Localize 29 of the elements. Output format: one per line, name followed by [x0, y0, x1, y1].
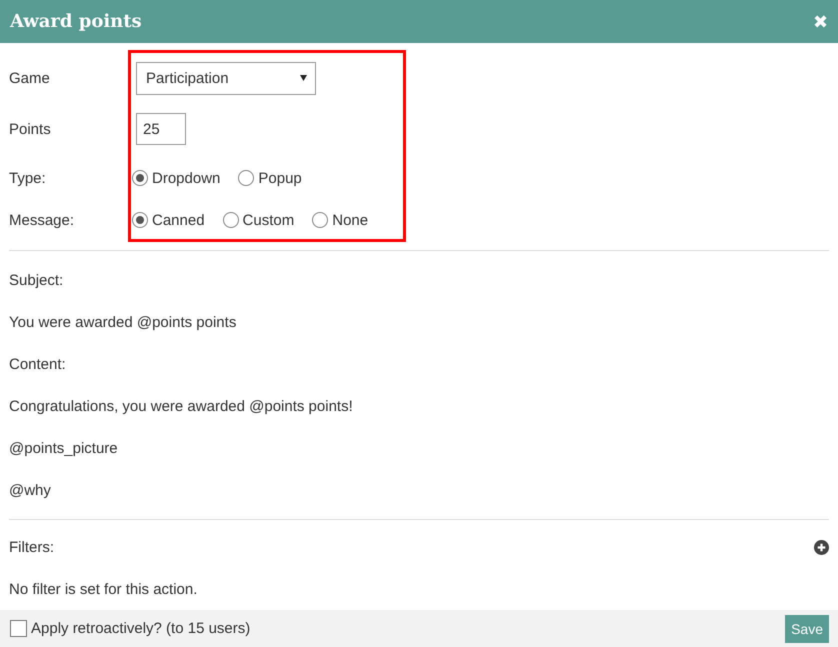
radio-label: Popup	[258, 170, 302, 186]
radio-button[interactable]	[222, 212, 239, 228]
message-text: Subject:	[9, 270, 64, 290]
message-text: @points_picture	[9, 438, 118, 458]
message-text: @why	[9, 480, 51, 500]
field-label: Game	[9, 68, 51, 88]
field-label: Points	[9, 120, 52, 140]
checkbox[interactable]	[10, 620, 27, 637]
radio-button[interactable]	[132, 170, 148, 186]
field-label: Type:	[9, 168, 47, 188]
radio-label: Dropdown	[152, 170, 220, 186]
radio-label: Custom	[242, 212, 294, 228]
radio-label: None	[332, 212, 368, 228]
add-icon[interactable]	[814, 540, 829, 554]
radio-label: Canned	[152, 212, 205, 228]
points-input[interactable]: 25	[136, 113, 186, 145]
checkbox-label: Apply retroactively? (to 15 users)	[31, 620, 250, 637]
caret-icon	[300, 75, 307, 81]
radio-button[interactable]	[132, 212, 148, 228]
dialog-title: Award points	[10, 11, 142, 32]
field-label: Message:	[9, 210, 76, 230]
empty-filter-text: No filter is set for this action.	[8, 580, 198, 600]
game-select[interactable]: Participation	[136, 62, 316, 94]
filters-label: Filters:	[9, 538, 54, 558]
radio-button[interactable]	[312, 212, 328, 228]
radio-button[interactable]	[238, 170, 254, 186]
message-text: Content:	[9, 354, 66, 374]
message-text: Congratulations, you were awarded @points points!	[9, 396, 353, 416]
message-text: You were awarded @points points	[9, 312, 236, 332]
